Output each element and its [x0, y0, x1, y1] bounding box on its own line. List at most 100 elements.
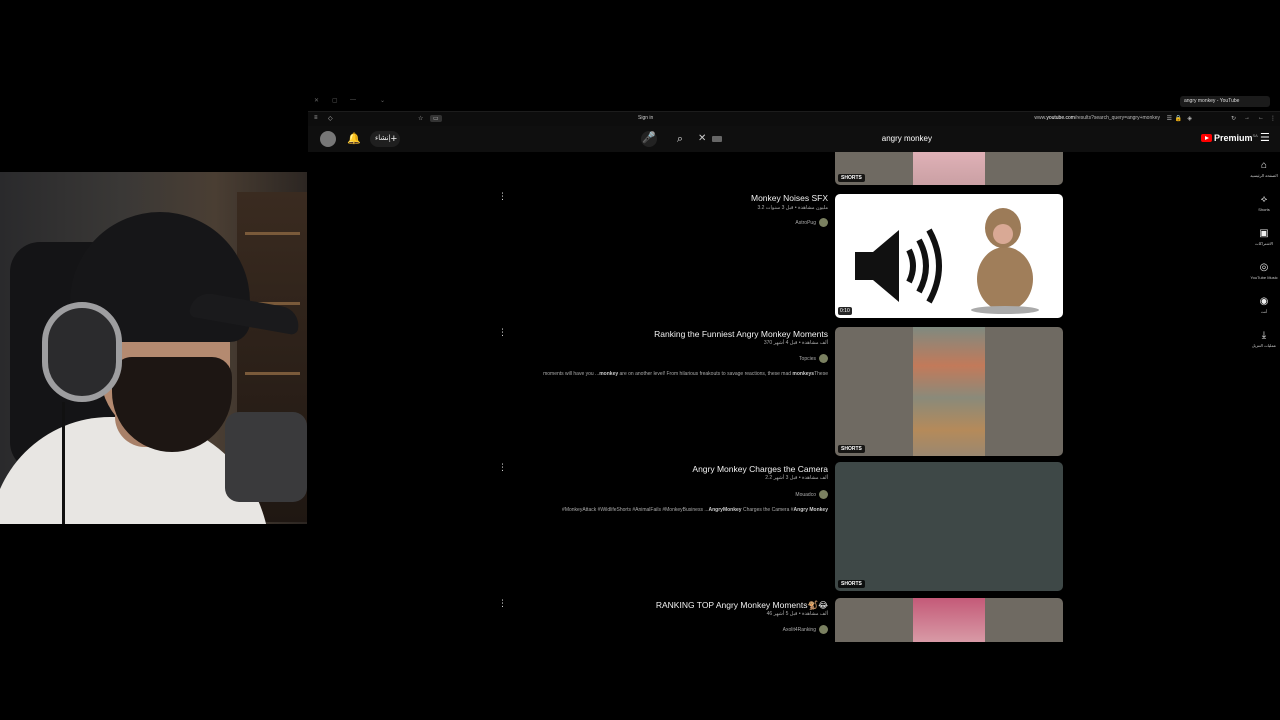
video-thumbnail[interactable]: [835, 598, 1063, 642]
speaker-icon: [855, 228, 942, 304]
tune-icon[interactable]: ☰: [1167, 115, 1172, 122]
lock-icon: 🔒: [1174, 116, 1182, 122]
webcam-overlay: [0, 172, 307, 524]
browser-tab-bar: ✕ ▢ — ⌄ ✕ angry monkey - YouTube: [308, 96, 1280, 108]
channel-name: Axolit4Ranking: [782, 626, 816, 633]
desc-text: #MonkeyAttack #WildlifeShorts #AnimalFai…: [562, 507, 709, 513]
channel-name: Topcies: [799, 355, 816, 362]
video-title[interactable]: Angry Monkey Charges the Camera: [692, 464, 828, 474]
video-title[interactable]: Ranking the Funniest Angry Monkey Moment…: [654, 329, 828, 339]
extension-icon[interactable]: ◇: [328, 115, 333, 122]
guide-item-subscriptions[interactable]: ▣ الاشتراكات: [1248, 228, 1280, 246]
region-code: SA: [1252, 133, 1258, 138]
window-close-icon[interactable]: ✕: [314, 97, 319, 104]
url-path: /results?search_query=angry+monkey: [1074, 115, 1160, 121]
guide-label: Shorts: [1258, 207, 1270, 212]
video-description: #MonkeyAttack #WildlifeShorts #AnimalFai…: [562, 507, 828, 513]
create-label: إنشاء: [375, 135, 391, 142]
desc-text: are on another level! From hilarious fre…: [618, 371, 793, 377]
guide-item-downloads[interactable]: ⤓ عمليات التنزيل: [1248, 330, 1280, 348]
url-host: youtube.com: [1046, 115, 1075, 121]
channel-avatar: [819, 354, 828, 363]
shorts-badge: SHORTS: [838, 580, 865, 588]
guide-item-music[interactable]: ◎ YouTube Music: [1248, 262, 1280, 280]
channel-link[interactable]: Mouadco: [795, 490, 828, 499]
desc-text: These: [814, 371, 828, 377]
tab-list-icon[interactable]: ⌄: [380, 97, 385, 104]
channel-avatar: [819, 625, 828, 634]
guide-item-home[interactable]: ⌂ الصفحة الرئيسية: [1248, 160, 1280, 178]
forward-icon[interactable]: →: [1244, 115, 1250, 121]
desc-highlight: monkey: [599, 371, 619, 377]
menu-icon[interactable]: ≡: [314, 115, 318, 121]
address-bar: ≡ ◇ Sign in ☆ ▭ www.youtube.com/results?…: [308, 111, 1280, 127]
url-prefix: www.: [1034, 115, 1047, 121]
guide-label: عمليات التنزيل: [1251, 343, 1277, 348]
reader-icon[interactable]: ▭: [430, 115, 442, 122]
browser-menu-icon[interactable]: ⋮: [1270, 115, 1276, 122]
shield-icon[interactable]: ◈: [1187, 115, 1192, 122]
guide-item-you[interactable]: ◉ أنت: [1248, 296, 1280, 314]
subscriptions-icon: ▣: [1259, 228, 1269, 239]
more-actions-icon[interactable]: ⋮: [498, 599, 507, 608]
video-title[interactable]: RANKING TOP Angry Monkey Moments🐒😂: [656, 600, 828, 611]
video-meta: 3.2 مليون مشاهدة • قبل 3 سنوات: [757, 205, 828, 211]
avatar[interactable]: [320, 131, 336, 147]
window-minimize-icon[interactable]: —: [350, 97, 356, 103]
bell-icon[interactable]: 🔔: [347, 132, 361, 146]
voice-search-icon[interactable]: 🎤: [641, 131, 657, 147]
video-meta: 46 ألف مشاهدة • قبل 5 أشهر: [766, 611, 828, 617]
shorts-badge: SHORTS: [838, 174, 865, 182]
window-restore-icon[interactable]: ▢: [332, 97, 338, 104]
video-thumbnail[interactable]: SHORTS: [835, 327, 1063, 456]
create-button[interactable]: إنشاء +: [370, 131, 400, 147]
keyboard-icon[interactable]: [712, 136, 722, 142]
youtube-play-icon: [1201, 134, 1212, 142]
search-results: SHORTS ⋮ Monkey Noises SFX 3.2 مليون مشا…: [308, 152, 1248, 642]
monkey-image: [971, 208, 1039, 314]
desc-text: moments will have you ...: [543, 371, 600, 377]
search-icon[interactable]: ⌕: [673, 132, 687, 146]
search-input[interactable]: ✕ angry monkey: [698, 131, 938, 147]
you-icon: ◉: [1259, 296, 1269, 307]
desc-highlight: Angry Monkey: [793, 507, 828, 513]
video-thumbnail[interactable]: SHORTS: [835, 462, 1063, 591]
shorts-badge: SHORTS: [838, 445, 865, 453]
back-icon[interactable]: ←: [1258, 115, 1264, 121]
video-thumbnail[interactable]: SHORTS: [835, 152, 1063, 185]
video-meta: 370 ألف مشاهدة • قبل 4 أشهر: [763, 340, 828, 346]
sign-in-link[interactable]: Sign in: [638, 115, 653, 121]
duration-badge: 0:10: [838, 307, 852, 315]
more-actions-icon[interactable]: ⋮: [498, 463, 507, 472]
video-title[interactable]: Monkey Noises SFX: [751, 193, 828, 203]
desc-highlight: AngryMonkey: [708, 507, 742, 513]
more-actions-icon[interactable]: ⋮: [498, 328, 507, 337]
youtube-premium-logo[interactable]: PremiumSA: [1201, 133, 1258, 145]
channel-avatar: [819, 218, 828, 227]
desc-text: Charges the Camera #: [741, 507, 794, 513]
more-actions-icon[interactable]: ⋮: [498, 192, 507, 201]
guide-item-shorts[interactable]: ⟡ Shorts: [1248, 194, 1280, 212]
desc-highlight: monkeys: [792, 371, 815, 377]
url-field[interactable]: www.youtube.com/results?search_query=ang…: [1034, 115, 1160, 121]
search-query: angry monkey: [881, 134, 932, 143]
guide-label: أنت: [1260, 309, 1268, 314]
video-thumbnail[interactable]: 0:10: [835, 194, 1063, 318]
home-icon: ⌂: [1260, 160, 1268, 171]
reload-icon[interactable]: ↻: [1231, 115, 1236, 122]
hamburger-menu-icon[interactable]: ☰: [1260, 131, 1270, 144]
youtube-header: 🔔 إنشاء + 🎤 ⌕ ✕ angry monkey PremiumSA ☰: [308, 126, 1280, 152]
clear-search-icon[interactable]: ✕: [698, 131, 706, 147]
guide-label: YouTube Music: [1250, 275, 1278, 280]
shorts-icon: ⟡: [1260, 194, 1268, 205]
guide-label: الصفحة الرئيسية: [1250, 173, 1278, 178]
plus-icon: +: [390, 133, 397, 145]
tab-youtube[interactable]: angry monkey - YouTube: [1180, 96, 1270, 107]
video-meta: 2.2 ألف مشاهدة • قبل 3 أشهر: [765, 475, 828, 481]
bookmark-star-icon[interactable]: ☆: [418, 115, 423, 122]
channel-link[interactable]: AstroPug: [795, 218, 828, 227]
channel-link[interactable]: Axolit4Ranking: [783, 625, 828, 634]
channel-name: Mouadco: [795, 491, 816, 498]
channel-link[interactable]: Topcies: [799, 354, 828, 363]
download-icon: ⤓: [1261, 330, 1267, 341]
